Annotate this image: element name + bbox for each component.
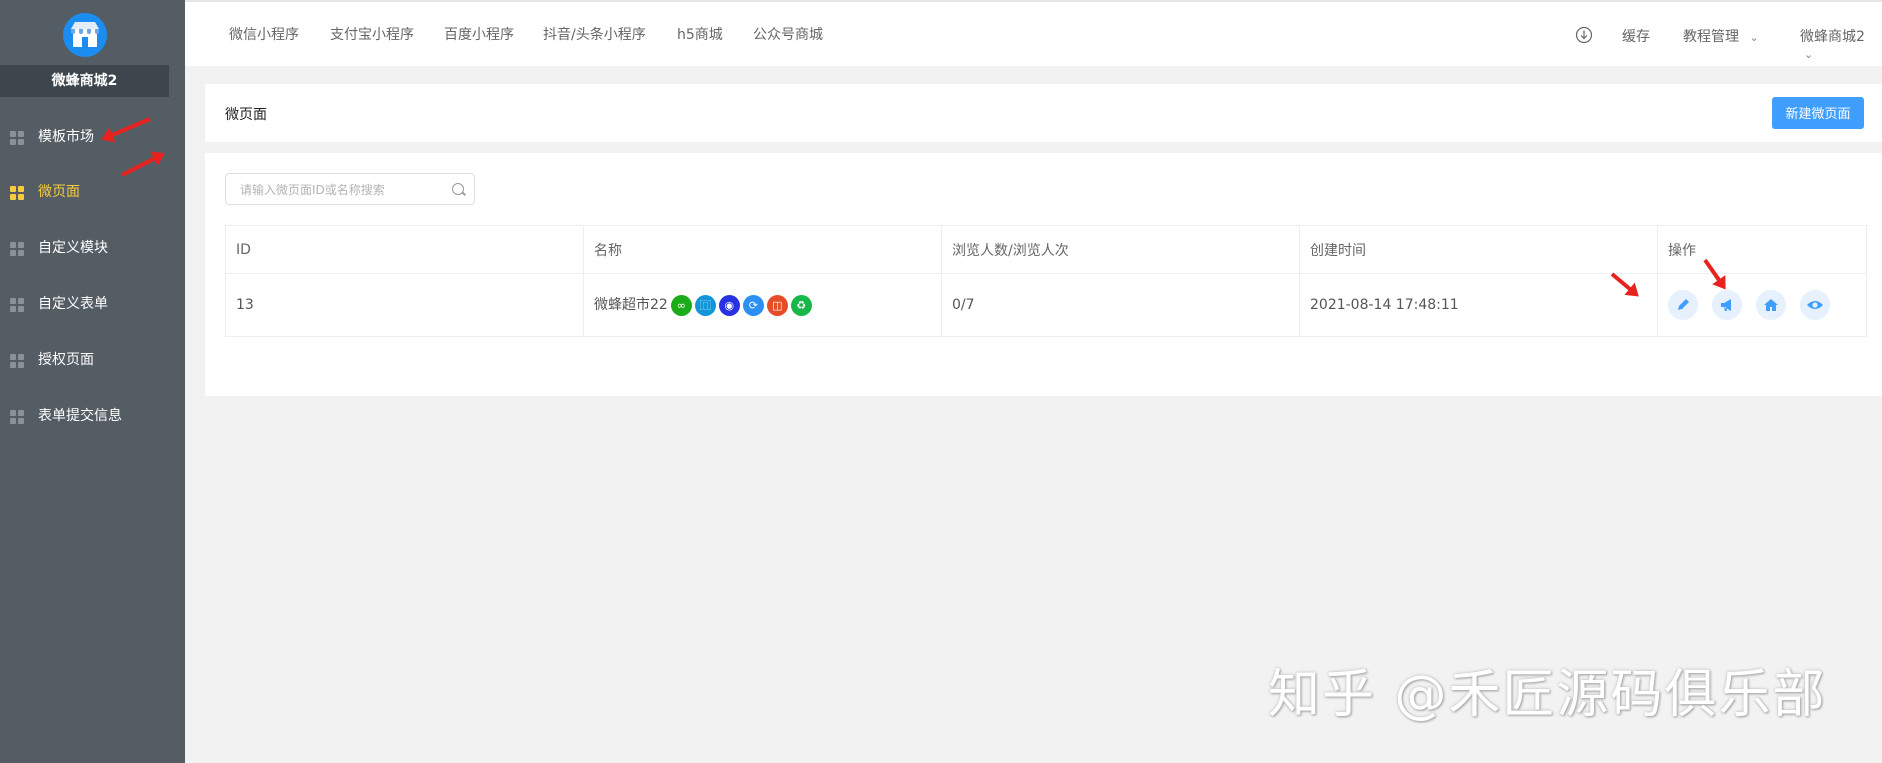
- chevron-down-icon: ⌄: [1804, 48, 1814, 61]
- toutiao-icon: ⟳: [742, 294, 764, 316]
- column-header-name: 名称: [583, 225, 942, 274]
- sidebar-item-micro-page[interactable]: 微页面: [0, 172, 185, 212]
- baidu-icon: ◉: [718, 294, 740, 316]
- watermark: 知乎 @禾匠源码俱乐部: [1268, 665, 1827, 725]
- official-account-icon: ♻: [790, 294, 812, 316]
- grid-icon: [10, 410, 24, 424]
- alipay-icon: ⿵: [694, 294, 716, 316]
- sidebar-item-label: 授权页面: [38, 352, 94, 368]
- shop-name: 微蜂商城2: [0, 65, 169, 97]
- sidebar: 微蜂商城2 模板市场 微页面 自定义模块 自定义表单 授权页面 表单提交信息: [0, 0, 185, 763]
- page-name: 微蜂超市22: [594, 297, 668, 314]
- sidebar-item-label: 模板市场: [38, 129, 94, 145]
- tutorial-menu-label: 教程管理: [1683, 29, 1739, 45]
- tab-wechat-miniprogram[interactable]: 微信小程序: [229, 24, 299, 44]
- column-header-created: 创建时间: [1299, 225, 1658, 274]
- h5-icon: ◫: [766, 294, 788, 316]
- new-micro-page-button[interactable]: 新建微页面: [1772, 97, 1864, 129]
- wechat-miniprogram-icon: ∞: [670, 294, 692, 316]
- account-name: 微蜂商城2: [1800, 29, 1865, 45]
- tutorial-menu[interactable]: 教程管理 ⌄: [1683, 26, 1759, 46]
- search-icon[interactable]: [452, 183, 464, 195]
- grid-icon: [10, 298, 24, 312]
- grid-icon: [10, 186, 24, 200]
- column-header-id: ID: [225, 225, 584, 274]
- tab-douyin-miniprogram[interactable]: 抖音/头条小程序: [543, 24, 646, 44]
- sidebar-item-custom-form[interactable]: 自定义表单: [0, 284, 185, 324]
- page-header: 微页面 新建微页面: [205, 84, 1882, 142]
- table-header-row: ID 名称 浏览人数/浏览人次 创建时间 操作: [225, 225, 1867, 274]
- preview-icon[interactable]: [1800, 290, 1830, 320]
- sidebar-item-label: 自定义表单: [38, 296, 108, 312]
- sidebar-item-auth-page[interactable]: 授权页面: [0, 340, 185, 380]
- cell-views: 0/7: [941, 273, 1300, 337]
- cell-actions: [1657, 273, 1867, 337]
- grid-icon: [10, 131, 24, 145]
- grid-icon: [10, 354, 24, 368]
- search-input[interactable]: 请输入微页面ID或名称搜索: [225, 173, 475, 205]
- tab-baidu-miniprogram[interactable]: 百度小程序: [444, 24, 514, 44]
- cell-name: 微蜂超市22 ∞ ⿵ ◉ ⟳ ◫ ♻: [583, 273, 942, 337]
- store-icon: [71, 22, 99, 47]
- grid-icon: [10, 242, 24, 256]
- set-home-icon[interactable]: [1756, 290, 1786, 320]
- micro-page-list: 请输入微页面ID或名称搜索 ID 名称 浏览人数/浏览人次 创建时间 操作 13…: [205, 153, 1882, 396]
- sidebar-item-custom-module[interactable]: 自定义模块: [0, 228, 185, 268]
- tab-h5-mall[interactable]: h5商城: [677, 24, 723, 44]
- column-header-actions: 操作: [1657, 225, 1867, 274]
- sidebar-item-label: 表单提交信息: [38, 408, 122, 424]
- sidebar-item-form-submissions[interactable]: 表单提交信息: [0, 396, 185, 436]
- cell-created: 2021-08-14 17:48:11: [1299, 273, 1658, 337]
- top-nav: 微信小程序 支付宝小程序 百度小程序 抖音/头条小程序 h5商城 公众号商城 缓…: [185, 0, 1882, 66]
- page-title: 微页面: [225, 107, 267, 123]
- promote-icon[interactable]: [1712, 290, 1742, 320]
- account-menu[interactable]: 微蜂商城2 ⌄: [1800, 26, 1882, 62]
- sidebar-item-label: 自定义模块: [38, 240, 108, 256]
- tab-alipay-miniprogram[interactable]: 支付宝小程序: [330, 24, 414, 44]
- chevron-down-icon: ⌄: [1749, 31, 1759, 44]
- search-placeholder: 请输入微页面ID或名称搜索: [240, 183, 385, 197]
- cell-id: 13: [225, 273, 584, 337]
- edit-icon[interactable]: [1668, 290, 1698, 320]
- shop-logo: [63, 13, 107, 57]
- sidebar-item-label: 微页面: [38, 184, 80, 200]
- tab-official-account-mall[interactable]: 公众号商城: [753, 24, 823, 44]
- download-icon[interactable]: [1575, 26, 1593, 48]
- cache-button[interactable]: 缓存: [1622, 26, 1650, 46]
- column-header-views: 浏览人数/浏览人次: [941, 225, 1300, 274]
